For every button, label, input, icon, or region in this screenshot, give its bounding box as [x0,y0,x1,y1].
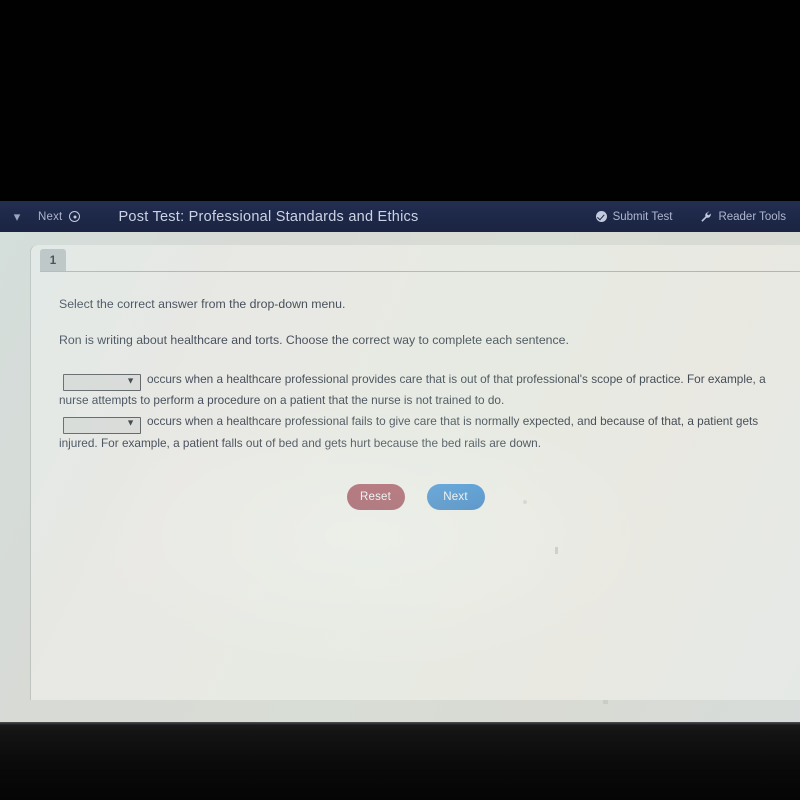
reader-tools-button[interactable]: Reader Tools [686,201,800,232]
toolbar-next-nav[interactable]: Next [34,211,92,223]
toolbar-next-label: Next [38,210,63,223]
answer-dropdown-2[interactable] [63,416,141,434]
sentence-item-1: ▼ occurs when a healthcare professional … [59,370,772,411]
reset-button[interactable]: Reset [346,484,405,511]
toolbar-actions: Submit Test Reader Tools [582,201,800,232]
answer-dropdown-1[interactable] [63,374,141,392]
dust-speck [603,700,608,704]
sentence-item-2: ▼ occurs when a healthcare professional … [59,412,772,453]
sentence-text-2: occurs when a healthcare professional fa… [59,414,759,450]
question-tabstrip: 1 [31,245,800,272]
submit-test-button[interactable]: Submit Test [582,201,687,232]
tabstrip-divider [40,271,800,272]
app-toolbar: ▾ Next Post Test: Professional Standards… [0,201,800,232]
screen-area: ▾ Next Post Test: Professional Standards… [0,201,800,722]
chevron-down-icon[interactable]: ▾ [0,210,34,223]
instruction-text: Select the correct answer from the drop-… [59,297,346,311]
next-button[interactable]: Next [426,484,485,511]
action-buttons: Reset Next [59,484,772,511]
dust-speck [523,500,527,504]
question-content: Select the correct answer from the drop-… [31,272,800,511]
dust-speck [555,547,558,554]
question-card: 1 Select the correct answer from the dro… [31,245,800,700]
question-tab-1[interactable]: 1 [40,249,66,272]
monitor-bezel-top [0,0,800,201]
submit-test-label: Submit Test [612,210,673,223]
check-circle-icon [595,211,607,222]
dropdown-wrapper-2: ▼ [59,412,147,434]
reader-tools-label: Reader Tools [718,210,786,223]
page-title: Post Test: Professional Standards and Et… [118,208,419,225]
circle-arrow-icon [69,211,81,222]
sentence-list: ▼ occurs when a healthcare professional … [59,370,772,453]
photo-of-screen: ▾ Next Post Test: Professional Standards… [0,0,800,800]
page-body: 1 Select the correct answer from the dro… [0,232,800,722]
monitor-bezel-bottom [0,722,800,800]
prompt-text: Ron is writing about healthcare and tort… [59,333,569,348]
wrench-icon [700,211,712,223]
dropdown-wrapper-1: ▼ [59,370,147,392]
sentence-text-1: occurs when a healthcare professional pr… [59,371,766,408]
